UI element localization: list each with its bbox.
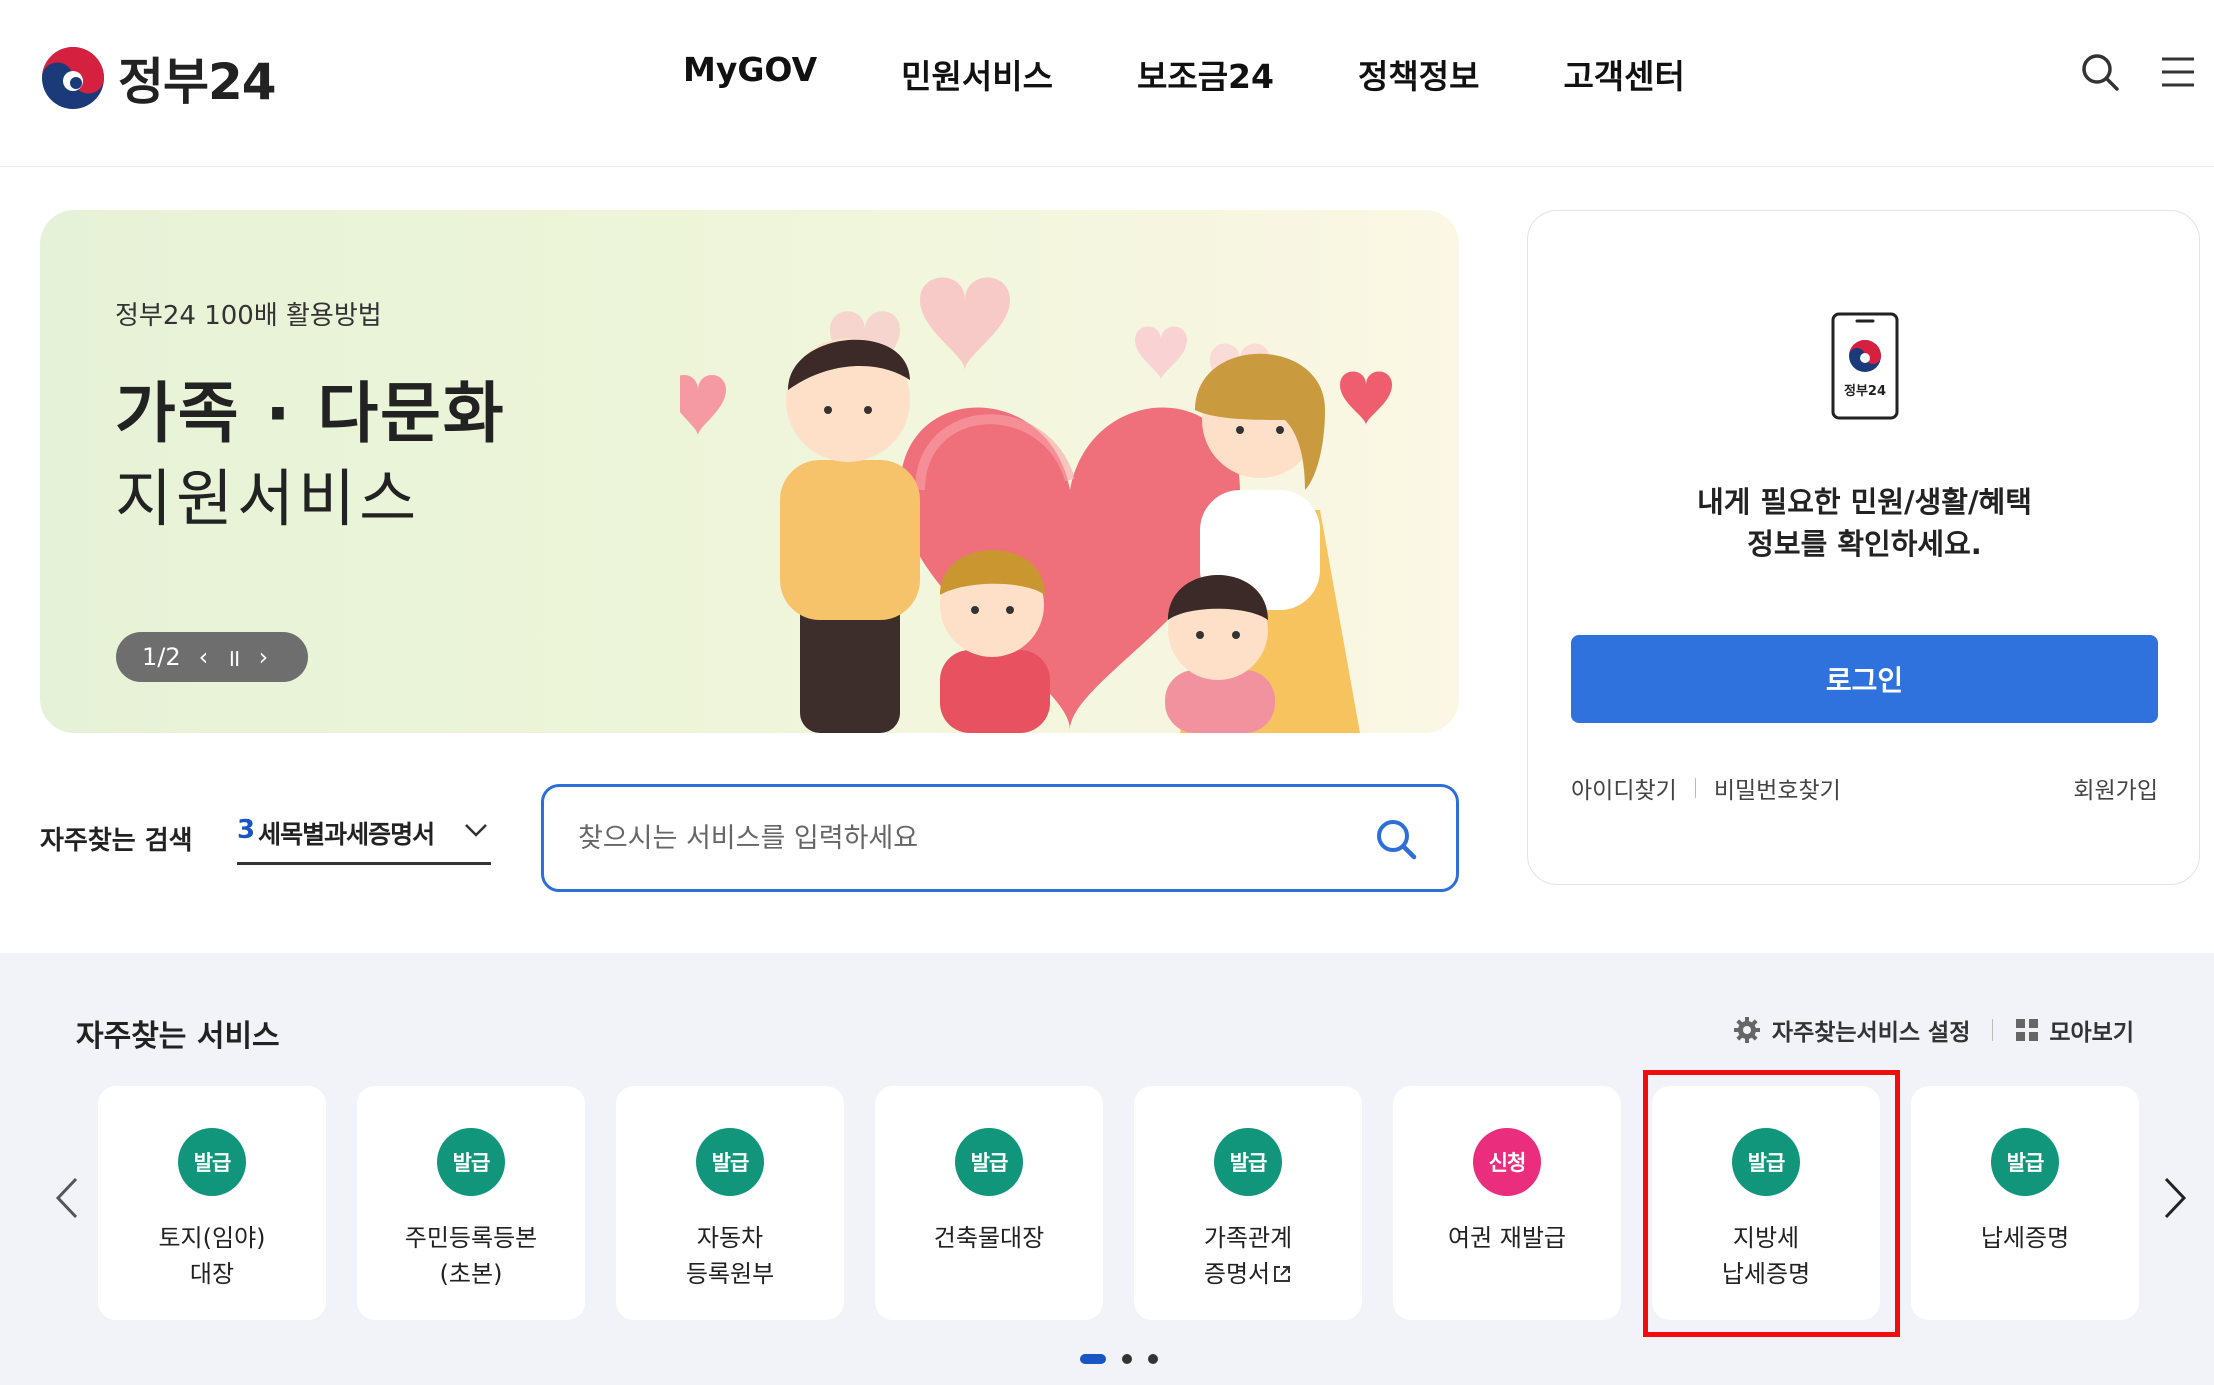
- mobile-app-icon: 정부24: [1831, 312, 1899, 420]
- banner-pause-button[interactable]: ॥: [226, 641, 240, 674]
- banner-subtitle: 지원서비스: [115, 462, 421, 535]
- site-logo[interactable]: 정부24: [40, 42, 277, 114]
- site-header: 정부24 MyGOV 민원서비스 보조금24 정책정보 고객센터: [0, 0, 2214, 167]
- issue-badge: 발급: [1732, 1128, 1800, 1196]
- nav-customer-center[interactable]: 고객센터: [1563, 50, 1684, 98]
- chevron-down-icon: [465, 824, 487, 837]
- view-all-button[interactable]: 모아보기: [2015, 1013, 2134, 1047]
- settings-label: 자주찾는서비스 설정: [1771, 1020, 1971, 1046]
- pager-dot-2[interactable]: [1122, 1354, 1132, 1364]
- login-button[interactable]: 로그인: [1571, 635, 2158, 723]
- service-card-label: 자동차 등록원부: [685, 1224, 775, 1288]
- signup-link[interactable]: 회원가입: [2073, 771, 2158, 805]
- issue-badge: 발급: [1991, 1128, 2059, 1196]
- main-nav: MyGOV 민원서비스 보조금24 정책정보 고객센터: [683, 50, 1769, 98]
- service-card-label: 주민등록등본 (초본): [404, 1224, 538, 1288]
- service-card-label: 토지(임야) 대장: [158, 1224, 266, 1288]
- issue-badge: 발급: [437, 1128, 505, 1196]
- frequent-services-settings[interactable]: 자주찾는서비스 설정: [1732, 1013, 1970, 1047]
- frequent-search-label: 자주찾는 검색: [40, 826, 193, 856]
- carousel-prev-arrow-icon[interactable]: [52, 1173, 82, 1223]
- search-icon[interactable]: [2080, 52, 2120, 92]
- view-all-label: 모아보기: [2049, 1020, 2134, 1046]
- login-card: 정부24 내게 필요한 민원/생활/혜택 정보를 확인하세요. 로그인 아이디찾…: [1527, 210, 2200, 885]
- gear-icon: [1733, 1017, 1760, 1043]
- external-link-icon: [1274, 1266, 1291, 1282]
- tools-divider: [1992, 1019, 1994, 1041]
- login-links: 아이디찾기 비밀번호찾기 회원가입: [1571, 771, 2158, 805]
- issue-badge: 발급: [1214, 1128, 1282, 1196]
- search-submit-icon[interactable]: [1374, 817, 1418, 861]
- frequent-search-rank: 3: [237, 815, 256, 845]
- banner-controls: 1/2 ‹ ॥ ›: [116, 632, 308, 682]
- link-divider: [1694, 778, 1696, 798]
- service-card-local-tax-certificate[interactable]: 발급 지방세 납세증명: [1652, 1086, 1880, 1320]
- logo-text: 정부24: [118, 53, 277, 111]
- hamburger-menu-icon[interactable]: [2160, 55, 2196, 89]
- service-card-label: 여권 재발급: [1447, 1224, 1567, 1252]
- banner-page-indicator: 1/2: [142, 643, 181, 671]
- nav-policy-info[interactable]: 정책정보: [1358, 50, 1479, 98]
- login-message-line1: 내게 필요한 민원/생활/혜택: [1697, 485, 2032, 519]
- grid-icon: [2016, 1019, 2039, 1041]
- carousel-pager: [1080, 1354, 1174, 1364]
- service-card-passport-reissue[interactable]: 신청 여권 재발급: [1393, 1086, 1621, 1320]
- pager-dot-3[interactable]: [1148, 1354, 1158, 1364]
- apply-badge: 신청: [1473, 1128, 1541, 1196]
- frequent-search-term: 세목별과세증명서: [258, 820, 435, 849]
- nav-civil-service[interactable]: 민원서비스: [901, 50, 1053, 98]
- taegeuk-emblem-icon: [42, 47, 104, 109]
- frequent-services-title: 자주찾는 서비스: [76, 1019, 280, 1054]
- service-card-tax-certificate[interactable]: 발급 납세증명: [1911, 1086, 2139, 1320]
- service-card-building-register[interactable]: 발급 건축물대장: [875, 1086, 1103, 1320]
- login-message-line2: 정보를 확인하세요.: [1747, 527, 1982, 561]
- service-card-land-register[interactable]: 발급 토지(임야) 대장: [98, 1086, 326, 1320]
- service-card-label: 납세증명: [1980, 1224, 2070, 1252]
- banner-title: 가족 · 다문화: [115, 375, 506, 452]
- service-card-label: 건축물대장: [933, 1224, 1045, 1252]
- find-id-link[interactable]: 아이디찾기: [1571, 771, 1677, 805]
- banner-eyebrow: 정부24 100배 활용방법: [115, 301, 382, 331]
- mobile-app-label: 정부24: [1844, 383, 1886, 399]
- issue-badge: 발급: [955, 1128, 1023, 1196]
- service-card-label-wrap: 가족관계 증명서: [1134, 1220, 1362, 1292]
- issue-badge: 발급: [696, 1128, 764, 1196]
- nav-mygov[interactable]: MyGOV: [683, 50, 817, 98]
- banner-prev-button[interactable]: ‹: [199, 643, 209, 671]
- banner-next-button[interactable]: ›: [259, 643, 269, 671]
- frequent-services-tools: 자주찾는서비스 설정 모아보기: [1732, 1013, 2134, 1047]
- service-cards: 발급 토지(임야) 대장 발급 주민등록등본 (초본) 발급 자동차 등록원부 …: [98, 1086, 2170, 1320]
- service-search-input[interactable]: [578, 815, 1358, 861]
- service-search-box: [541, 784, 1459, 892]
- login-message: 내게 필요한 민원/생활/혜택 정보를 확인하세요.: [1528, 481, 2201, 565]
- main-banner[interactable]: 정부24 100배 활용방법 가족 · 다문화 지원서비스 1/2 ‹ ॥ ›: [40, 210, 1459, 733]
- pager-dot-1[interactable]: [1080, 1354, 1106, 1364]
- issue-badge: 발급: [178, 1128, 246, 1196]
- nav-subsidy24[interactable]: 보조금24: [1137, 50, 1274, 98]
- frequent-search-dropdown[interactable]: 3 세목별과세증명서: [237, 815, 491, 865]
- family-illustration: [680, 277, 1392, 733]
- service-card-label: 지방세 납세증명: [1721, 1224, 1811, 1288]
- service-card-resident-register[interactable]: 발급 주민등록등본 (초본): [357, 1086, 585, 1320]
- frequent-services-section: 자주찾는 서비스 자주찾는서비스 설정 모아보기 발급 토지(임야) 대장 발급…: [0, 953, 2214, 1385]
- service-card-vehicle-register[interactable]: 발급 자동차 등록원부: [616, 1086, 844, 1320]
- find-password-link[interactable]: 비밀번호찾기: [1714, 771, 1841, 805]
- service-card-family-certificate[interactable]: 발급 가족관계 증명서: [1134, 1086, 1362, 1320]
